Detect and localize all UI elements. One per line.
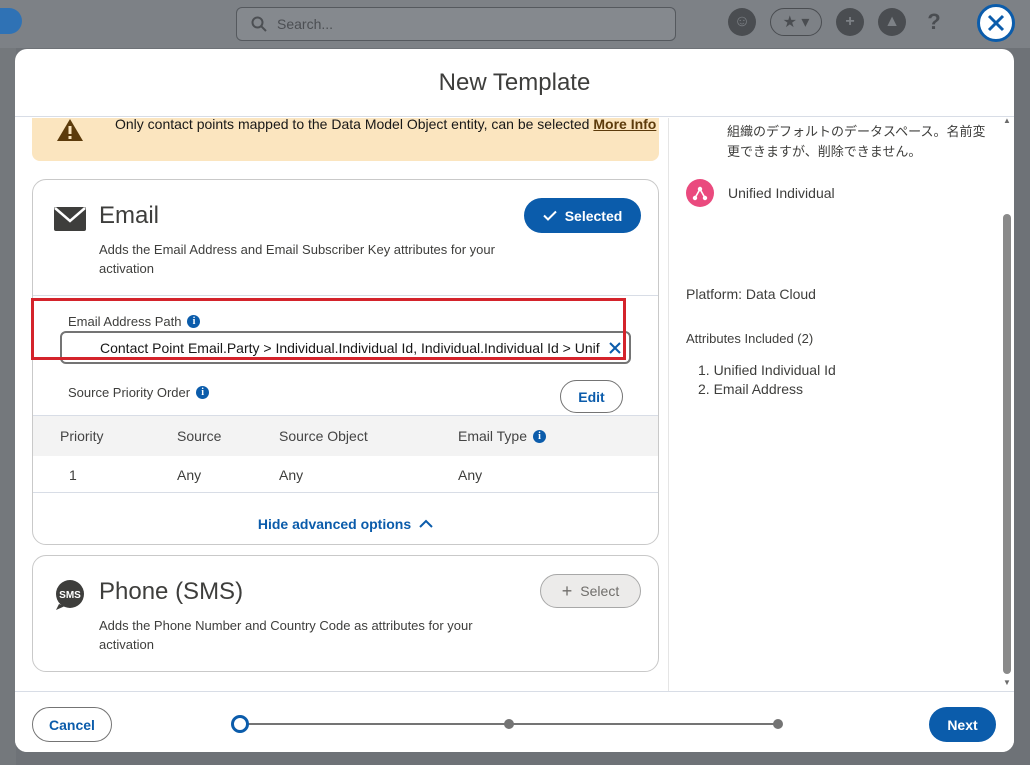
entity-row: Unified Individual — [686, 179, 835, 207]
cancel-button[interactable]: Cancel — [32, 707, 112, 742]
background-page — [0, 48, 16, 765]
email-type-header-text: Email Type — [458, 428, 527, 444]
warning-text: Only contact points mapped to the Data M… — [115, 118, 668, 135]
search-placeholder: Search... — [277, 16, 334, 32]
search-icon — [251, 16, 267, 32]
clear-icon[interactable] — [607, 340, 623, 356]
sms-icon: SMS — [56, 580, 84, 610]
select-label: Select — [580, 583, 620, 599]
warning-message: Only contact points mapped to the Data M… — [115, 118, 590, 132]
info-icon[interactable]: i — [187, 315, 201, 328]
progress-step-2[interactable] — [504, 719, 514, 729]
next-button[interactable]: Next — [929, 707, 996, 742]
data-space-description: 組織のデフォルトのデータスペース。名前変更できますが、削除できません。 — [727, 124, 986, 159]
cell-priority: 1 — [69, 466, 77, 483]
close-modal-button[interactable] — [977, 4, 1015, 42]
global-search[interactable]: Search... — [236, 7, 676, 41]
plus-icon: + — [561, 581, 573, 601]
more-info-link[interactable]: More Info — [593, 118, 656, 132]
progress-step-1[interactable] — [231, 715, 249, 733]
trailhead-mascot-icon[interactable]: ☺ — [728, 8, 756, 36]
cell-email-type: Any — [458, 466, 483, 483]
favorites-icon[interactable]: ★ ▾ — [770, 8, 822, 36]
email-icon — [54, 207, 86, 231]
phone-sms-card: SMS Phone (SMS) Adds the Phone Number an… — [32, 555, 659, 672]
column-priority: Priority — [60, 428, 104, 444]
email-address-path-field[interactable]: Contact Point Email.Party > Individual.I… — [60, 331, 631, 364]
cell-source: Any — [177, 466, 202, 483]
scroll-up-arrow[interactable]: ▲ — [1003, 118, 1011, 125]
phone-card-description: Adds the Phone Number and Country Code a… — [99, 618, 473, 652]
path-label-text: Email Address Path — [68, 314, 182, 329]
setup-tree-icon[interactable]: ▲ — [878, 8, 906, 36]
chevron-up-icon — [419, 519, 433, 528]
attributes-list: 1. Unified Individual Id 2. Email Addres… — [698, 361, 836, 399]
close-icon — [987, 14, 1005, 32]
email-card-description: Adds the Email Address and Email Subscri… — [99, 242, 495, 276]
platform-text: Platform: Data Cloud — [686, 286, 816, 302]
table-header: Priority Source Source Object Email Type… — [33, 416, 658, 456]
list-item: 1. Unified Individual Id — [698, 362, 836, 378]
source-priority-order-label: Source Priority Order i — [68, 385, 210, 400]
email-card-title: Email — [99, 202, 160, 229]
app-header: Search... ☺ ★ ▾ + ▲ ? — [0, 0, 1030, 48]
column-email-type: Email Type i — [458, 416, 546, 456]
scrollbar-thumb[interactable] — [1003, 214, 1011, 674]
info-icon[interactable]: i — [533, 429, 546, 443]
list-item: 2. Email Address — [698, 381, 804, 397]
modal-body: Only contact points mapped to the Data M… — [15, 118, 1014, 691]
info-icon[interactable]: i — [196, 386, 210, 399]
path-value: Contact Point Email.Party > Individual.I… — [100, 339, 600, 356]
modal-title: New Template — [438, 68, 591, 96]
column-source-object: Source Object — [279, 428, 368, 444]
modal-footer: Cancel Next — [15, 691, 1014, 752]
email-card: Email Adds the Email Address and Email S… — [32, 179, 659, 545]
help-icon[interactable]: ? — [920, 8, 948, 36]
email-address-path-label: Email Address Path i — [68, 314, 201, 329]
table-row: 1 Any Any Any — [33, 456, 658, 493]
scroll-down-arrow[interactable]: ▼ — [1003, 678, 1011, 687]
warning-icon — [57, 119, 83, 141]
header-icons: ☺ ★ ▾ + ▲ ? — [728, 8, 948, 36]
hide-advanced-options-link[interactable]: Hide advanced options — [33, 516, 658, 532]
template-summary-panel: 組織のデフォルトのデータスペース。名前変更できますが、削除できません。 Unif… — [668, 118, 1014, 691]
attributes-heading: Attributes Included (2) — [686, 331, 814, 346]
edit-source-priority-button[interactable]: Edit — [560, 380, 623, 413]
source-priority-table: Priority Source Source Object Email Type… — [33, 415, 658, 493]
new-template-modal: New Template Only contact points mapped … — [15, 49, 1014, 752]
warning-banner: Only contact points mapped to the Data M… — [32, 118, 659, 161]
modal-header: New Template — [15, 49, 1014, 117]
contact-points-pane[interactable]: Only contact points mapped to the Data M… — [15, 118, 668, 691]
svg-text:SMS: SMS — [59, 590, 81, 601]
email-selected-button[interactable]: Selected — [524, 198, 641, 233]
salesforce-logo-icon — [0, 8, 22, 34]
progress-step-3[interactable] — [773, 719, 783, 729]
add-icon[interactable]: + — [836, 8, 864, 36]
column-source: Source — [177, 428, 222, 444]
phone-card-title: Phone (SMS) — [99, 578, 244, 605]
progress-indicator — [231, 715, 785, 733]
entity-name: Unified Individual — [728, 185, 835, 201]
cell-source-object: Any — [279, 466, 304, 483]
hide-advanced-text: Hide advanced options — [257, 516, 412, 532]
selected-label: Selected — [564, 207, 623, 224]
divider — [33, 295, 658, 296]
phone-select-button[interactable]: + Select — [540, 574, 641, 608]
check-icon — [542, 210, 557, 221]
unified-individual-icon — [686, 179, 714, 207]
spo-label-text: Source Priority Order — [68, 385, 191, 400]
